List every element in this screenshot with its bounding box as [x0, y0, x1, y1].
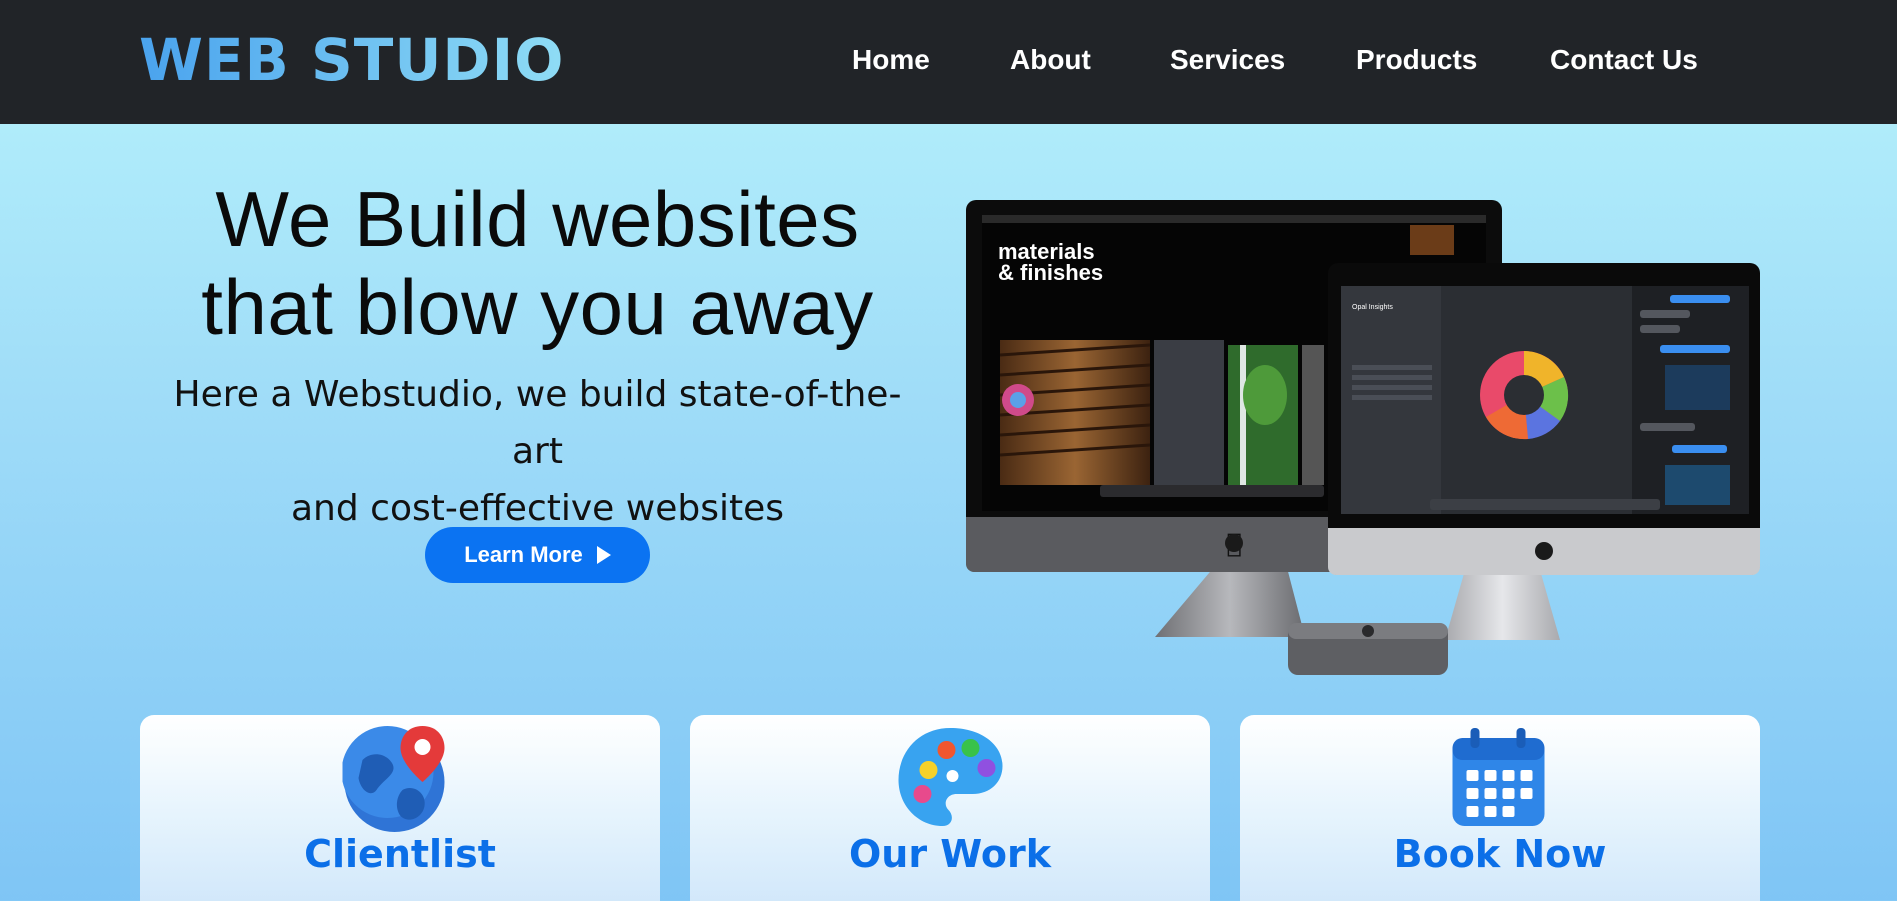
screen-donut-chart: [1480, 351, 1569, 440]
nav-link-home[interactable]: Home: [852, 44, 930, 76]
nav-link-about[interactable]: About: [1010, 44, 1091, 76]
card-title-clientlist: Clientlist: [304, 832, 496, 876]
play-icon: [596, 546, 611, 564]
nav-link-contact-us[interactable]: Contact Us: [1550, 44, 1698, 76]
main-nav: Home About Services Products Contact Us: [0, 44, 1897, 84]
hero-title-line-1: We Build websites: [215, 175, 860, 263]
calendar-icon: [1452, 728, 1545, 826]
screen-chat-photo: [1665, 365, 1730, 410]
card-book-now[interactable]: Book Now: [1240, 715, 1760, 901]
mac-mini: [1288, 623, 1448, 675]
card-our-work[interactable]: Our Work: [690, 715, 1210, 901]
card-clientlist[interactable]: Clientlist: [140, 715, 660, 901]
screen-dock: [1100, 485, 1324, 497]
hero-subtitle: Here a Webstudio, we build state-of-the-…: [150, 366, 925, 537]
hero-title: We Build websites that blow you away: [150, 175, 925, 351]
imac-front-stand: [1445, 570, 1560, 640]
learn-more-button[interactable]: Learn More: [425, 527, 650, 583]
hero-title-line-2: that blow you away: [201, 263, 874, 351]
nav-link-services[interactable]: Services: [1170, 44, 1285, 76]
hero-devices-image:  materials & finishes Opal Insights: [966, 200, 1760, 675]
nav-link-products[interactable]: Products: [1356, 44, 1477, 76]
apple-logo-mark: [1225, 534, 1243, 552]
screen-photo-panels: [1154, 340, 1224, 485]
learn-more-label: Learn More: [464, 542, 583, 567]
navbar: WEB STUDIO Home About Services Products …: [0, 0, 1897, 124]
screen-heading-line-2: & finishes: [998, 260, 1103, 285]
card-title-our-work: Our Work: [848, 832, 1051, 876]
screen-dock-front: [1430, 499, 1660, 510]
hero-subtitle-line-1: Here a Webstudio, we build state-of-the-…: [173, 374, 902, 472]
globe-pin-icon: [342, 726, 445, 832]
apple-logo-mark-front: [1535, 542, 1553, 560]
imac-front: Opal Insights: [1328, 263, 1760, 640]
palette-icon: [898, 728, 1003, 826]
hero-subtitle-line-2: and cost-effective websites: [291, 488, 784, 529]
card-title-book-now: Book Now: [1393, 832, 1607, 876]
screen-chart-title: Opal Insights: [1352, 304, 1393, 311]
